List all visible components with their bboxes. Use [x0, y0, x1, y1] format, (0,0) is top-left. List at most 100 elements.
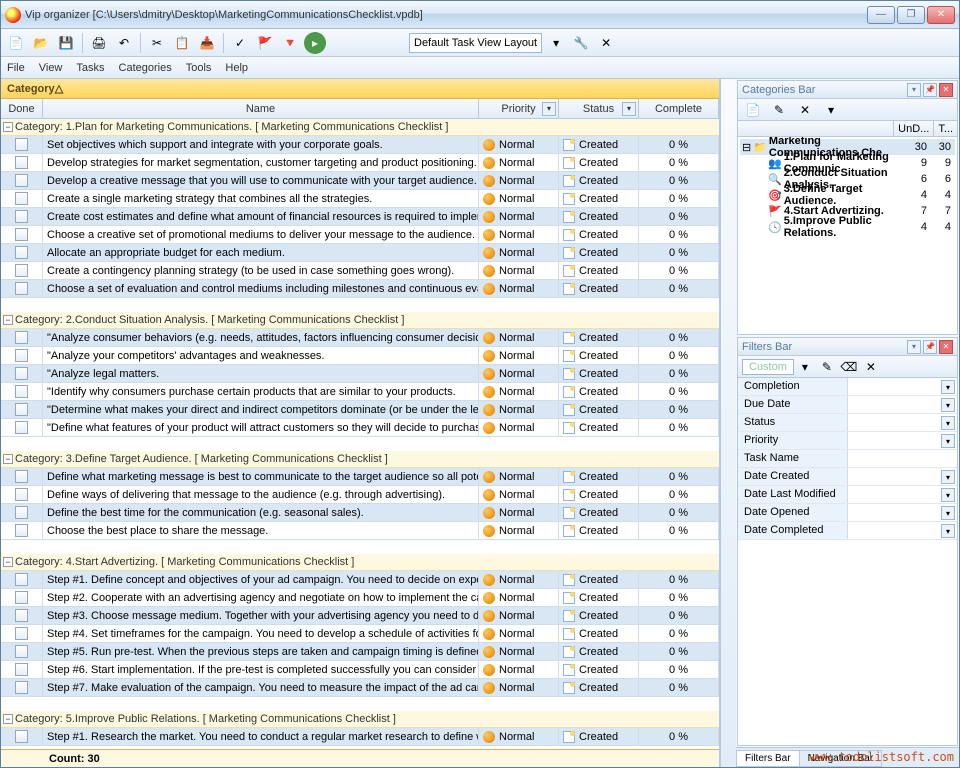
status-cell[interactable]: Created — [559, 226, 639, 243]
done-checkbox[interactable] — [15, 349, 28, 362]
filter-value[interactable]: ▾ — [848, 486, 957, 503]
done-checkbox[interactable] — [15, 591, 28, 604]
filter-value[interactable]: ▾ — [848, 378, 957, 395]
task-row[interactable]: Allocate an appropriate budget for each … — [1, 244, 719, 262]
vertical-scrollbar[interactable] — [720, 79, 736, 767]
filter-value[interactable]: ▾ — [848, 468, 957, 485]
panel-pin-icon[interactable]: 📌 — [923, 340, 937, 354]
edit-cat-button[interactable]: ✎ — [768, 99, 790, 121]
col-complete[interactable]: Complete — [639, 99, 719, 118]
status-cell[interactable]: Created — [559, 347, 639, 364]
group-by-header[interactable]: Category △ — [1, 79, 719, 99]
expand-icon[interactable]: − — [3, 315, 13, 325]
task-row[interactable]: Develop strategies for market segmentati… — [1, 154, 719, 172]
done-checkbox[interactable] — [15, 663, 28, 676]
paste-button[interactable]: 📥 — [196, 32, 218, 54]
priority-cell[interactable]: Normal — [479, 383, 559, 400]
priority-cell[interactable]: Normal — [479, 661, 559, 678]
priority-cell[interactable]: Normal — [479, 522, 559, 539]
status-cell[interactable]: Created — [559, 280, 639, 297]
dropdown-icon[interactable]: ▾ — [941, 416, 955, 430]
save-button[interactable]: 💾 — [55, 32, 77, 54]
task-row[interactable]: Create cost estimates and define what am… — [1, 208, 719, 226]
status-cell[interactable]: Created — [559, 244, 639, 261]
filter-value[interactable] — [848, 450, 957, 467]
expand-icon[interactable]: ⊟ — [742, 141, 751, 154]
dropdown-icon[interactable]: ▾ — [941, 470, 955, 484]
task-row[interactable]: "Define what features of your product wi… — [1, 419, 719, 437]
priority-cell[interactable]: Normal — [479, 262, 559, 279]
task-row[interactable]: Step #4. Set timeframes for the campaign… — [1, 625, 719, 643]
done-checkbox[interactable] — [15, 367, 28, 380]
status-cell[interactable]: Created — [559, 728, 639, 745]
task-row[interactable]: Define what marketing message is best to… — [1, 468, 719, 486]
done-checkbox[interactable] — [15, 421, 28, 434]
task-row[interactable]: "Analyze your competitors' advantages an… — [1, 347, 719, 365]
status-cell[interactable]: Created — [559, 190, 639, 207]
copy-button[interactable]: 📋 — [171, 32, 193, 54]
col-name[interactable]: Name — [43, 99, 479, 118]
done-checkbox[interactable] — [15, 282, 28, 295]
flag-button[interactable]: 🚩 — [254, 32, 276, 54]
status-cell[interactable]: Created — [559, 154, 639, 171]
priority-cell[interactable]: Normal — [479, 504, 559, 521]
status-filter-icon[interactable]: ▾ — [622, 102, 636, 116]
priority-cell[interactable]: Normal — [479, 347, 559, 364]
priority-cell[interactable]: Normal — [479, 226, 559, 243]
priority-cell[interactable]: Normal — [479, 419, 559, 436]
done-checkbox[interactable] — [15, 524, 28, 537]
filter-button[interactable]: 🔻 — [279, 32, 301, 54]
category-row[interactable]: −Category: 2.Conduct Situation Analysis.… — [1, 312, 719, 329]
del-cat-button[interactable]: ✕ — [794, 99, 816, 121]
done-checkbox[interactable] — [15, 331, 28, 344]
task-row[interactable]: Choose the best place to share the messa… — [1, 522, 719, 540]
done-checkbox[interactable] — [15, 627, 28, 640]
delete-layout-button[interactable]: ✕ — [595, 32, 617, 54]
dropdown-icon[interactable]: ▾ — [941, 488, 955, 502]
status-cell[interactable]: Created — [559, 504, 639, 521]
custom-filter-label[interactable]: Custom — [742, 359, 794, 375]
menu-file[interactable]: File — [7, 62, 25, 74]
filter-opts-button[interactable]: ▾ — [794, 356, 816, 378]
priority-cell[interactable]: Normal — [479, 136, 559, 153]
filter-del-button[interactable]: ✕ — [860, 356, 882, 378]
menu-categories[interactable]: Categories — [119, 62, 172, 74]
priority-cell[interactable]: Normal — [479, 625, 559, 642]
close-button[interactable]: ✕ — [927, 6, 955, 24]
menu-help[interactable]: Help — [225, 62, 248, 74]
task-row[interactable]: "Analyze consumer behaviors (e.g. needs,… — [1, 329, 719, 347]
expand-icon[interactable]: − — [3, 122, 13, 132]
cut-button[interactable]: ✂ — [146, 32, 168, 54]
status-cell[interactable]: Created — [559, 208, 639, 225]
dropdown-icon[interactable]: ▾ — [941, 380, 955, 394]
priority-cell[interactable]: Normal — [479, 589, 559, 606]
expand-icon[interactable]: − — [3, 557, 13, 567]
status-cell[interactable]: Created — [559, 589, 639, 606]
priority-cell[interactable]: Normal — [479, 244, 559, 261]
done-checkbox[interactable] — [15, 470, 28, 483]
category-row[interactable]: −Category: 3.Define Target Audience. [ M… — [1, 451, 719, 468]
expand-icon[interactable]: − — [3, 454, 13, 464]
task-row[interactable]: "Analyze legal matters.NormalCreated0 % — [1, 365, 719, 383]
task-row[interactable]: Step #7. Make evaluation of the campaign… — [1, 679, 719, 697]
priority-cell[interactable]: Normal — [479, 468, 559, 485]
priority-cell[interactable]: Normal — [479, 486, 559, 503]
tab-filters-bar[interactable]: Filters Bar — [736, 750, 800, 767]
dropdown-icon[interactable]: ▾ — [941, 524, 955, 538]
new-cat-button[interactable]: 📄 — [742, 99, 764, 121]
tree-item[interactable]: 🎯3.Define Target Audience.44 — [740, 187, 955, 203]
panel-menu-icon[interactable]: ▾ — [907, 83, 921, 97]
status-cell[interactable]: Created — [559, 661, 639, 678]
minimize-button[interactable]: — — [867, 6, 895, 24]
task-row[interactable]: Define ways of delivering that message t… — [1, 486, 719, 504]
priority-cell[interactable]: Normal — [479, 190, 559, 207]
priority-cell[interactable]: Normal — [479, 172, 559, 189]
priority-cell[interactable]: Normal — [479, 208, 559, 225]
status-cell[interactable]: Created — [559, 607, 639, 624]
done-checkbox[interactable] — [15, 730, 28, 743]
status-cell[interactable]: Created — [559, 625, 639, 642]
filter-clear-button[interactable]: ⌫ — [838, 356, 860, 378]
priority-cell[interactable]: Normal — [479, 280, 559, 297]
col-priority[interactable]: Priority▾ — [479, 99, 559, 118]
layout-selector[interactable]: Default Task View Layout — [409, 33, 542, 53]
